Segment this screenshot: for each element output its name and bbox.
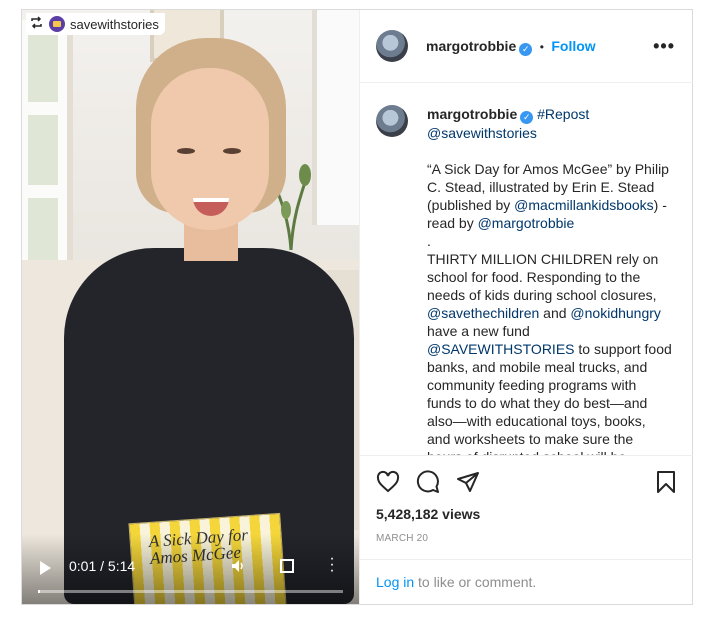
mention-link[interactable]: @savethechildren xyxy=(427,305,539,321)
video-time: 0:01 / 5:14 xyxy=(69,558,136,574)
follow-button[interactable]: Follow xyxy=(551,38,595,54)
post-date[interactable]: MARCH 20 xyxy=(376,533,428,544)
repost-source-name: savewithstories xyxy=(70,16,159,32)
header-separator: • xyxy=(539,40,544,54)
caption-text: and xyxy=(543,305,567,321)
view-count[interactable]: 5,428,182 views xyxy=(376,506,480,522)
login-link[interactable]: Log in xyxy=(376,574,414,590)
caption-username[interactable]: margotrobbie xyxy=(427,106,517,122)
repost-badge[interactable]: savewithstories xyxy=(26,13,165,35)
more-options-icon[interactable]: ••• xyxy=(653,36,675,57)
post-side-panel: margotrobbie ✓ • Follow ••• margotrobbie ✓… xyxy=(359,10,693,604)
video-player[interactable]: A Sick Day for Amos McGee savewithstorie… xyxy=(22,10,359,604)
hashtag-link[interactable]: #Repost xyxy=(537,106,589,122)
repost-source-avatar xyxy=(49,16,65,32)
mention-link[interactable]: @macmillankidsbooks xyxy=(514,197,653,213)
video-progress-bar[interactable] xyxy=(38,590,343,593)
verified-icon: ✓ xyxy=(519,43,533,56)
caption-text: have a new fund xyxy=(427,323,530,339)
caption: margotrobbie ✓ #Repost @savewithstories “… xyxy=(427,105,672,455)
post-actions: 5,428,182 views MARCH 20 xyxy=(360,455,693,560)
repost-icon xyxy=(30,16,43,32)
caption-text: THIRTY MILLION CHILDREN rely on school f… xyxy=(427,251,659,303)
avatar[interactable] xyxy=(376,105,408,137)
mention-link[interactable]: @nokidhungry xyxy=(570,305,661,321)
verified-icon: ✓ xyxy=(520,111,534,124)
login-text: to like or comment. xyxy=(414,574,537,590)
caption-text: to support food banks, and mobile meal t… xyxy=(427,341,672,455)
mention-link[interactable]: @SAVEWITHSTORIES xyxy=(427,341,575,357)
caption-scroll[interactable]: margotrobbie ✓ #Repost @savewithstories “… xyxy=(360,83,693,455)
reader-person: A Sick Day for Amos McGee xyxy=(44,38,354,604)
mention-link[interactable]: @margotrobbie xyxy=(478,215,575,231)
header-user: margotrobbie ✓ • Follow xyxy=(426,38,596,56)
avatar[interactable] xyxy=(376,30,408,62)
volume-icon[interactable] xyxy=(230,558,246,578)
login-prompt: Log in to like or comment. xyxy=(360,559,693,605)
post-header: margotrobbie ✓ • Follow ••• xyxy=(360,10,693,83)
mention-link[interactable]: @savewithstories xyxy=(427,125,537,141)
more-options-icon[interactable]: · · · xyxy=(329,551,335,579)
fullscreen-icon[interactable] xyxy=(280,559,294,573)
header-username[interactable]: margotrobbie xyxy=(426,38,516,54)
video-progress-fill xyxy=(38,590,40,593)
video-controls: 0:01 / 5:14 · · · xyxy=(22,534,359,604)
caption-text: . xyxy=(427,233,431,249)
heart-icon[interactable] xyxy=(376,470,400,494)
instagram-post: A Sick Day for Amos McGee savewithstorie… xyxy=(21,9,693,605)
bookmark-icon[interactable] xyxy=(654,470,678,494)
share-icon[interactable] xyxy=(456,470,480,494)
comment-icon[interactable] xyxy=(416,470,440,494)
play-icon[interactable] xyxy=(40,561,51,575)
